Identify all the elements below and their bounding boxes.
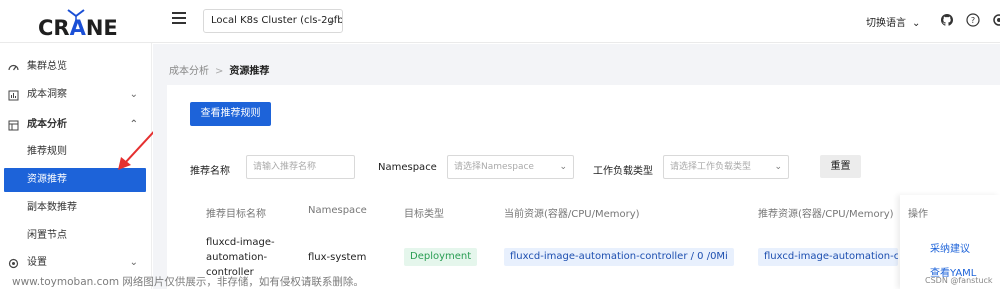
workload-filter-label: 工作负载类型 [593, 166, 653, 177]
chevron-down-icon: ⌄ [129, 89, 138, 100]
row-current-resource: fluxcd-image-automation-controller / 0 /… [504, 248, 734, 266]
sidebar-item-label: 成本分析 [27, 119, 67, 130]
sidebar-item-label: 成本洞察 [27, 89, 67, 100]
row-recommended-resource: fluxcd-image-automation-c [758, 248, 898, 266]
svg-text:?: ? [971, 16, 975, 25]
breadcrumb: 成本分析 > 资源推荐 [169, 62, 269, 77]
sidebar-item-label: 设置 [27, 257, 47, 268]
help-icon[interactable]: ? [966, 13, 980, 27]
row-namespace: flux-system [308, 252, 367, 263]
column-header-name: 推荐目标名称 [206, 209, 266, 220]
language-label: 切换语言 [866, 18, 906, 29]
name-filter-input[interactable]: 请输入推荐名称 [246, 155, 355, 179]
github-icon[interactable] [940, 13, 954, 27]
logo-text: CRANE [38, 16, 118, 40]
sidebar-item-settings[interactable]: 设置 ⌄ [0, 251, 152, 275]
cluster-select[interactable]: Local K8s Cluster (cls-2gfb ⌄ [203, 9, 343, 33]
column-header-recommended-resource: 推荐资源(容器/CPU/Memory) [758, 209, 894, 220]
breadcrumb-parent[interactable]: 成本分析 [169, 66, 209, 77]
actions-column: 操作 采纳建议 查看YAML [900, 195, 1000, 289]
chevron-down-icon: ⌄ [327, 15, 336, 26]
watermark-text: www.toymoban.com 网络图片仅供展示，非存储，如有侵权请联系删除。 [12, 276, 364, 288]
main-content: 成本分析 > 资源推荐 查看推荐规则 推荐名称 请输入推荐名称 Namespace … [153, 44, 1000, 289]
chevron-down-icon: ⌄ [912, 18, 921, 29]
sidebar-item-replica-recommend[interactable]: 副本数推荐 [0, 196, 152, 220]
chevron-down-icon: ⌄ [559, 162, 567, 172]
column-header-namespace: Namespace [308, 205, 367, 216]
workload-type-select[interactable]: 请选择工作负载类型 ⌄ [663, 155, 789, 179]
adopt-recommendation-link[interactable]: 采纳建议 [930, 240, 970, 255]
view-recommend-rules-button[interactable]: 查看推荐规则 [190, 102, 271, 126]
sidebar-item-cost-insight[interactable]: 成本洞察 ⌄ [0, 83, 152, 107]
sidebar-item-label: 副本数推荐 [27, 202, 77, 213]
namespace-select-placeholder: 请选择Namespace [454, 162, 534, 172]
column-header-actions: 操作 [908, 209, 928, 220]
sidebar-item-cluster-overview[interactable]: 集群总览 [0, 55, 152, 79]
crane-logo[interactable]: CRANE [38, 6, 118, 40]
sidebar-item-idle-nodes[interactable]: 闲置节点 [0, 224, 152, 248]
menu-toggle-icon[interactable] [172, 12, 186, 26]
chevron-down-icon: ⌄ [774, 162, 782, 172]
sidebar-item-label: 资源推荐 [27, 174, 67, 185]
sidebar-item-label: 集群总览 [27, 61, 67, 72]
gear-icon [8, 258, 19, 269]
column-header-type: 目标类型 [404, 209, 444, 220]
row-name-line: fluxcd-image- [206, 237, 275, 248]
workload-select-placeholder: 请选择工作负载类型 [670, 162, 752, 172]
namespace-filter-label: Namespace [378, 162, 437, 173]
recommendation-card: 查看推荐规则 推荐名称 请输入推荐名称 Namespace 请选择Namespa… [167, 85, 1000, 289]
dashboard-icon [8, 64, 19, 71]
breadcrumb-current: 资源推荐 [229, 66, 270, 77]
breadcrumb-separator: > [215, 66, 224, 77]
name-filter-label: 推荐名称 [190, 166, 230, 177]
language-switch[interactable]: 切换语言 ⌄ [866, 14, 920, 29]
bar-chart-icon [8, 90, 19, 101]
sidebar-item-label: 推荐规则 [27, 146, 67, 157]
csdn-watermark: CSDN @fanstuck [925, 276, 993, 285]
top-bar: CRANE Local K8s Cluster (cls-2gfb ⌄ 切换语言… [0, 0, 1000, 43]
reset-button[interactable]: 重置 [820, 155, 861, 178]
namespace-select[interactable]: 请选择Namespace ⌄ [447, 155, 574, 179]
settings-icon[interactable] [992, 13, 1000, 27]
column-header-current-resource: 当前资源(容器/CPU/Memory) [504, 209, 640, 220]
cluster-select-value: Local K8s Cluster (cls-2gfb [211, 15, 343, 26]
row-type-badge: Deployment [404, 248, 478, 266]
table-icon [8, 120, 19, 131]
name-filter-placeholder: 请输入推荐名称 [253, 162, 317, 172]
row-name-line: automation- [206, 252, 268, 263]
sidebar-item-label: 闲置节点 [27, 230, 67, 241]
chevron-down-icon: ⌄ [129, 257, 138, 268]
